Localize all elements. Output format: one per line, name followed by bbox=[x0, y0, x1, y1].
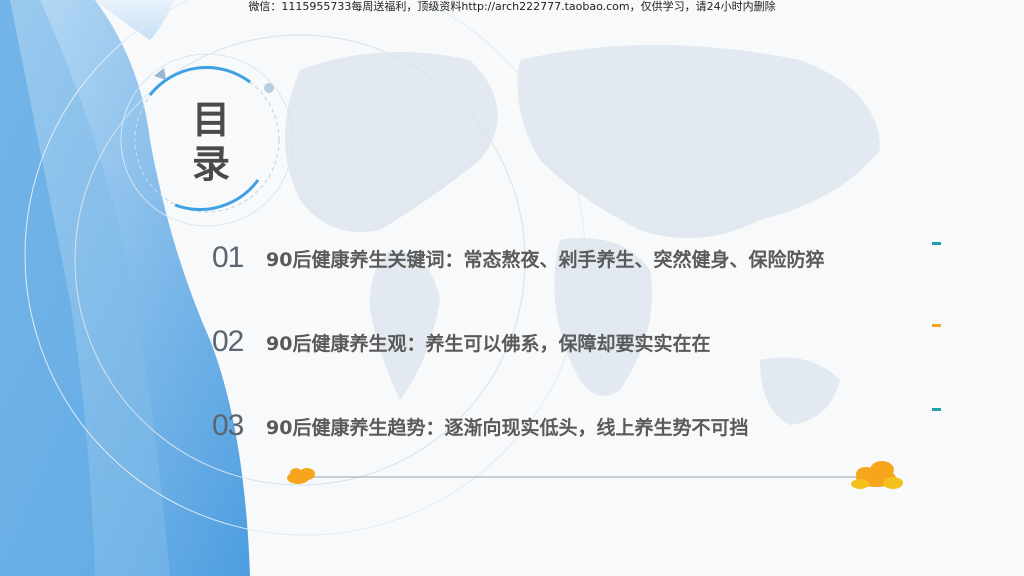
watermark-text: 微信：1115955733每周送福利，顶级资料http://arch222777… bbox=[248, 0, 776, 13]
title-char-2: 录 bbox=[191, 142, 230, 186]
toc-item-2[interactable]: 02 90后健康养生观：养生可以佛系，保障却要实实在在 bbox=[212, 322, 710, 362]
title-char-1: 目 bbox=[191, 98, 230, 142]
toc-number: 03 bbox=[212, 409, 244, 442]
cloud-left-icon bbox=[287, 468, 315, 484]
cloud-right-icon bbox=[851, 461, 903, 489]
teal-dash-2 bbox=[932, 408, 941, 411]
toc-text: 90后健康养生关键词：常态熬夜、剁手养生、突然健身、保险防猝 bbox=[266, 248, 825, 271]
toc-text: 90后健康养生趋势：逐渐向现实低头，线上养生势不可挡 bbox=[266, 416, 749, 439]
toc-item-3[interactable]: 03 90后健康养生趋势：逐渐向现实低头，线上养生势不可挡 bbox=[212, 406, 748, 446]
toc-number: 02 bbox=[212, 325, 244, 358]
orange-dash bbox=[932, 324, 941, 327]
toc-text: 90后健康养生观：养生可以佛系，保障却要实实在在 bbox=[266, 332, 711, 355]
teal-dash-1 bbox=[932, 242, 941, 245]
toc-item-1[interactable]: 01 90后健康养生关键词：常态熬夜、剁手养生、突然健身、保险防猝 bbox=[212, 238, 824, 278]
page-title: 目 录 bbox=[186, 98, 236, 186]
background bbox=[0, 0, 941, 576]
world-map-decoration bbox=[285, 45, 880, 425]
toc-number: 01 bbox=[212, 241, 244, 274]
